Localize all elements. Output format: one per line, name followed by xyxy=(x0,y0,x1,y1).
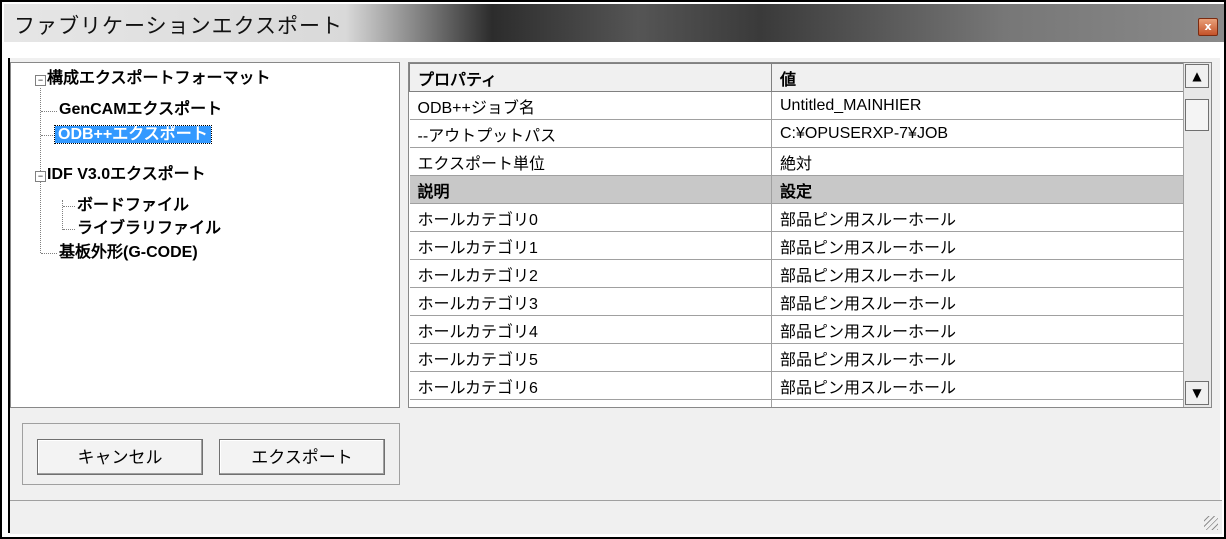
tree-item-board-outline[interactable]: 基板外形(G-CODE) xyxy=(59,242,198,264)
table-row[interactable]: ODB++ジョブ名 Untitled_MAINHIER xyxy=(409,91,1185,120)
property-value[interactable]: 部品ピン用スルーホール xyxy=(771,203,1185,232)
tree-connector-line xyxy=(63,206,75,207)
tree-connector-line xyxy=(41,253,57,254)
section-label: 説明 xyxy=(409,175,772,204)
property-name: --アウトプットパス xyxy=(409,119,772,148)
cancel-button[interactable]: キャンセル xyxy=(37,439,203,475)
property-name: エクスポート単位 xyxy=(409,147,772,176)
tree-item-board-file[interactable]: ボードファイル xyxy=(77,195,189,217)
vertical-scrollbar[interactable]: ▲ ▼ xyxy=(1183,63,1211,407)
property-value[interactable]: C:¥OPUSERXP-7¥JOB xyxy=(771,119,1185,148)
property-name: ホールカテゴリ1 xyxy=(409,231,772,260)
table-row[interactable]: ホールカテゴリ1 部品ピン用スルーホール xyxy=(409,231,1185,260)
property-value[interactable]: 部品ピン用スルーホール xyxy=(771,371,1185,400)
header-property[interactable]: プロパティ xyxy=(409,63,772,92)
property-name: ホールカテゴリ0 xyxy=(409,203,772,232)
title-bar[interactable]: ファブリケーションエクスポート x xyxy=(4,4,1224,42)
property-value[interactable]: 部品ピン用スルーホール xyxy=(771,231,1185,260)
section-value: 設定 xyxy=(771,175,1185,204)
property-value[interactable]: 部品ピン用スルーホール xyxy=(771,287,1185,316)
table-row[interactable]: エクスポート単位 絶対 xyxy=(409,147,1185,176)
property-value[interactable]: 部品ピン用スルーホール xyxy=(771,315,1185,344)
property-grid: プロパティ 値 ODB++ジョブ名 Untitled_MAINHIER --アウ… xyxy=(408,62,1212,408)
table-row[interactable]: ホールカテゴリ2 部品ピン用スルーホール xyxy=(409,259,1185,288)
table-row[interactable]: ホールカテゴリ4 部品ピン用スルーホール xyxy=(409,315,1185,344)
table-row[interactable]: ホールカテゴリ7 部品ピン用スルーホール xyxy=(409,399,1185,407)
property-value[interactable]: 絶対 xyxy=(771,147,1185,176)
close-button[interactable]: x xyxy=(1198,18,1218,36)
table-row[interactable]: ホールカテゴリ0 部品ピン用スルーホール xyxy=(409,203,1185,232)
table-row[interactable]: --アウトプットパス C:¥OPUSERXP-7¥JOB xyxy=(409,119,1185,148)
tree-item-idf[interactable]: IDF V3.0エクスポート xyxy=(47,164,206,186)
scroll-up-arrow-icon[interactable]: ▲ xyxy=(1185,64,1209,88)
export-format-tree: − 構成エクスポートフォーマット GenCAMエクスポート ODB++エクスポー… xyxy=(10,62,400,408)
tree-item-root[interactable]: 構成エクスポートフォーマット xyxy=(47,68,271,90)
property-table: プロパティ 値 ODB++ジョブ名 Untitled_MAINHIER --アウ… xyxy=(409,63,1185,407)
property-name: ホールカテゴリ6 xyxy=(409,371,772,400)
tree-item-library-file[interactable]: ライブラリファイル xyxy=(77,218,221,240)
tree-item-odb[interactable]: ODB++エクスポート xyxy=(54,124,212,146)
scrollbar-thumb[interactable] xyxy=(1185,99,1209,131)
property-name: ホールカテゴリ3 xyxy=(409,287,772,316)
tree-connector-line xyxy=(63,229,75,230)
property-name: ホールカテゴリ5 xyxy=(409,343,772,372)
property-value[interactable]: 部品ピン用スルーホール xyxy=(771,399,1185,407)
property-name: ホールカテゴリ2 xyxy=(409,259,772,288)
tree-connector-line xyxy=(41,111,57,112)
resize-grip-icon[interactable] xyxy=(1204,516,1218,530)
property-name: ホールカテゴリ4 xyxy=(409,315,772,344)
table-row[interactable]: ホールカテゴリ3 部品ピン用スルーホール xyxy=(409,287,1185,316)
grid-header-row: プロパティ 値 xyxy=(409,63,1185,92)
collapse-idf-icon[interactable]: − xyxy=(35,171,46,182)
button-panel: キャンセル エクスポート xyxy=(22,423,400,485)
tree-connector-line xyxy=(62,200,63,230)
tree-item-gencam[interactable]: GenCAMエクスポート xyxy=(59,99,222,121)
header-value[interactable]: 値 xyxy=(771,63,1185,92)
export-button[interactable]: エクスポート xyxy=(219,439,385,475)
property-name: ODB++ジョブ名 xyxy=(409,91,772,120)
property-value[interactable]: 部品ピン用スルーホール xyxy=(771,259,1185,288)
window-title: ファブリケーションエクスポート xyxy=(14,14,343,38)
status-bar xyxy=(10,500,1222,534)
table-row[interactable]: ホールカテゴリ5 部品ピン用スルーホール xyxy=(409,343,1185,372)
property-value[interactable]: Untitled_MAINHIER xyxy=(771,91,1185,120)
property-name: ホールカテゴリ7 xyxy=(409,399,772,407)
table-row[interactable]: ホールカテゴリ6 部品ピン用スルーホール xyxy=(409,371,1185,400)
scroll-down-arrow-icon[interactable]: ▼ xyxy=(1185,381,1209,405)
collapse-root-icon[interactable]: − xyxy=(35,75,46,86)
property-value[interactable]: 部品ピン用スルーホール xyxy=(771,343,1185,372)
section-row: 説明 設定 xyxy=(409,175,1185,204)
